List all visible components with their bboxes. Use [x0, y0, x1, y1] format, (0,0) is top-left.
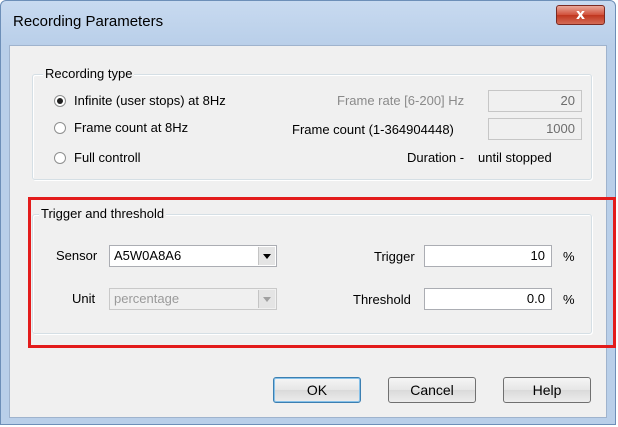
help-button[interactable]: Help [503, 377, 591, 403]
frame-count-label: Frame count (1-364904448) [292, 122, 454, 137]
radio-full-control-label[interactable]: Full controll [74, 150, 140, 165]
frame-rate-field[interactable]: 20 [488, 90, 582, 112]
highlight-box [28, 197, 616, 348]
frame-count-field[interactable]: 1000 [488, 118, 582, 140]
ok-button[interactable]: OK [273, 377, 361, 403]
radio-infinite-label[interactable]: Infinite (user stops) at 8Hz [74, 93, 226, 108]
frame-rate-label: Frame rate [6-200] Hz [337, 93, 465, 108]
recording-type-legend: Recording type [43, 66, 135, 81]
duration-label: Duration - [407, 150, 465, 165]
duration-value: until stopped [478, 150, 552, 165]
close-icon: x [575, 7, 586, 23]
close-button[interactable]: x [556, 5, 605, 25]
cancel-button[interactable]: Cancel [388, 377, 476, 403]
radio-full-control[interactable] [54, 152, 66, 164]
dialog-title: Recording Parameters [13, 13, 164, 30]
radio-frame-count-label[interactable]: Frame count at 8Hz [74, 120, 188, 135]
recording-parameters-dialog: Recording Parameters x Recording type In… [0, 0, 616, 425]
radio-frame-count[interactable] [54, 122, 66, 134]
radio-infinite[interactable] [54, 95, 66, 107]
